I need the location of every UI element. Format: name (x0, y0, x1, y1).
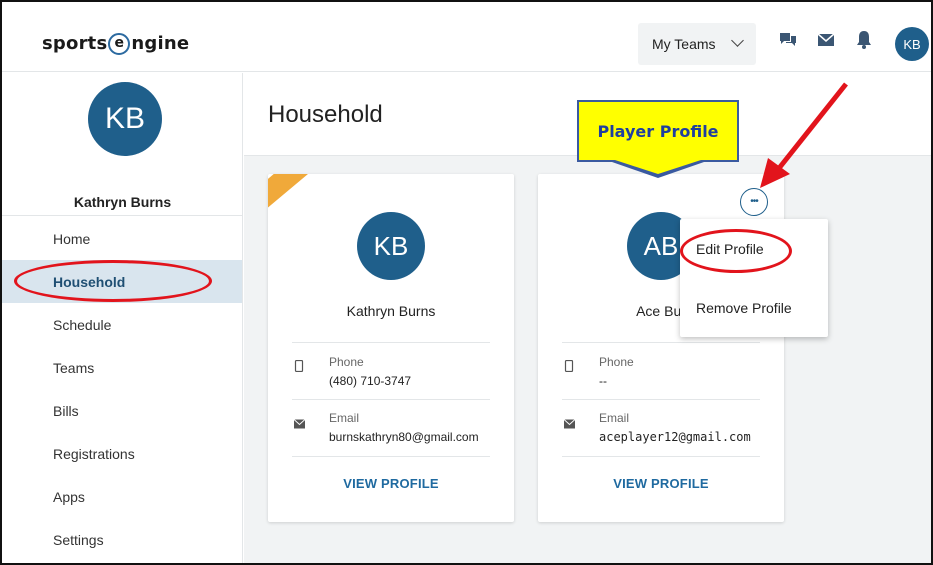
household-highlight-oval (14, 260, 212, 302)
my-teams-dropdown[interactable]: My Teams (638, 23, 756, 65)
my-teams-label: My Teams (652, 36, 716, 52)
phone-value: -- (599, 374, 607, 388)
top-bar: sport s e ngine My Teams KB (2, 2, 931, 72)
sidebar-item-label: Settings (53, 531, 104, 548)
player-profile-callout: Player Profile (577, 100, 739, 162)
user-avatar-button[interactable]: KB (895, 27, 929, 61)
sportsengine-logo[interactable]: sport s e ngine (42, 30, 189, 56)
sidebar-user-name: Kathryn Burns (73, 194, 172, 210)
sidebar-item-registrations[interactable]: Registrations (2, 432, 242, 475)
email-label: Email (329, 411, 360, 425)
profile-initials: AB (643, 230, 679, 261)
app-window: sport s e ngine My Teams KB KB Kathryn Burn… (0, 0, 933, 565)
phone-label: Phone (599, 355, 634, 369)
callout-tail-fill (615, 160, 701, 174)
profile-name: Kathryn Burns (346, 303, 436, 319)
mail-icon[interactable] (817, 32, 835, 48)
profile-initials: KB (373, 230, 409, 261)
divider (292, 342, 490, 343)
more-options-button[interactable]: ••• (740, 188, 768, 216)
logo-text-part: ngine (131, 32, 190, 54)
email-label: Email (599, 411, 630, 425)
logo-text-part: sport (42, 32, 97, 54)
me-ribbon: Me (268, 174, 360, 221)
mail-icon (564, 419, 575, 429)
sidebar-item-label: Schedule (53, 316, 112, 333)
sidebar-item-settings[interactable]: Settings (2, 518, 242, 561)
divider (292, 399, 490, 400)
divider (292, 456, 490, 457)
menu-item-remove-profile[interactable]: Remove Profile (696, 300, 792, 316)
divider (2, 215, 242, 216)
sidebar-item-label: Registrations (53, 445, 135, 462)
chevron-down-icon (731, 34, 744, 47)
sidebar-item-teams[interactable]: Teams (2, 346, 242, 389)
callout-text: Player Profile (597, 121, 719, 141)
mail-icon (294, 419, 305, 429)
bell-icon[interactable] (855, 30, 873, 50)
more-horizontal-icon: ••• (750, 196, 758, 207)
sidebar-item-bills[interactable]: Bills (2, 389, 242, 432)
sidebar-avatar-initials: KB (104, 102, 146, 135)
phone-icon (564, 360, 574, 372)
chat-icon[interactable] (779, 32, 797, 48)
sidebar: KB Kathryn Burns Home Household Schedule… (2, 73, 243, 563)
email-value: burnskathryn80@gmail.com (329, 430, 479, 444)
sidebar-item-label: Home (53, 230, 91, 247)
sidebar-item-schedule[interactable]: Schedule (2, 303, 242, 346)
phone-icon (294, 360, 304, 372)
page-title: Household (268, 101, 383, 128)
profile-avatar: KB (357, 212, 425, 280)
red-arrow-icon (760, 82, 848, 188)
view-profile-link[interactable]: VIEW PROFILE (538, 476, 784, 491)
sidebar-item-label: Apps (53, 488, 85, 505)
sidebar-item-home[interactable]: Home (2, 217, 242, 260)
user-initials: KB (903, 36, 921, 52)
profile-card: Me KB Kathryn Burns Phone (480) 710-3747… (268, 174, 514, 522)
sidebar-item-label: Teams (53, 359, 95, 376)
view-profile-link[interactable]: VIEW PROFILE (268, 476, 514, 491)
logo-text-part: s (96, 32, 108, 54)
sidebar-avatar: KB (88, 82, 162, 156)
email-value: aceplayer12@gmail.com (599, 430, 751, 444)
sidebar-item-label: Bills (53, 402, 79, 419)
phone-value: (480) 710-3747 (329, 374, 412, 388)
divider (562, 342, 760, 343)
logo-ring: e (108, 33, 131, 55)
sidebar-item-apps[interactable]: Apps (2, 475, 242, 518)
phone-label: Phone (329, 355, 364, 369)
divider (562, 399, 760, 400)
divider (562, 456, 760, 457)
edit-profile-highlight-oval (680, 229, 792, 273)
